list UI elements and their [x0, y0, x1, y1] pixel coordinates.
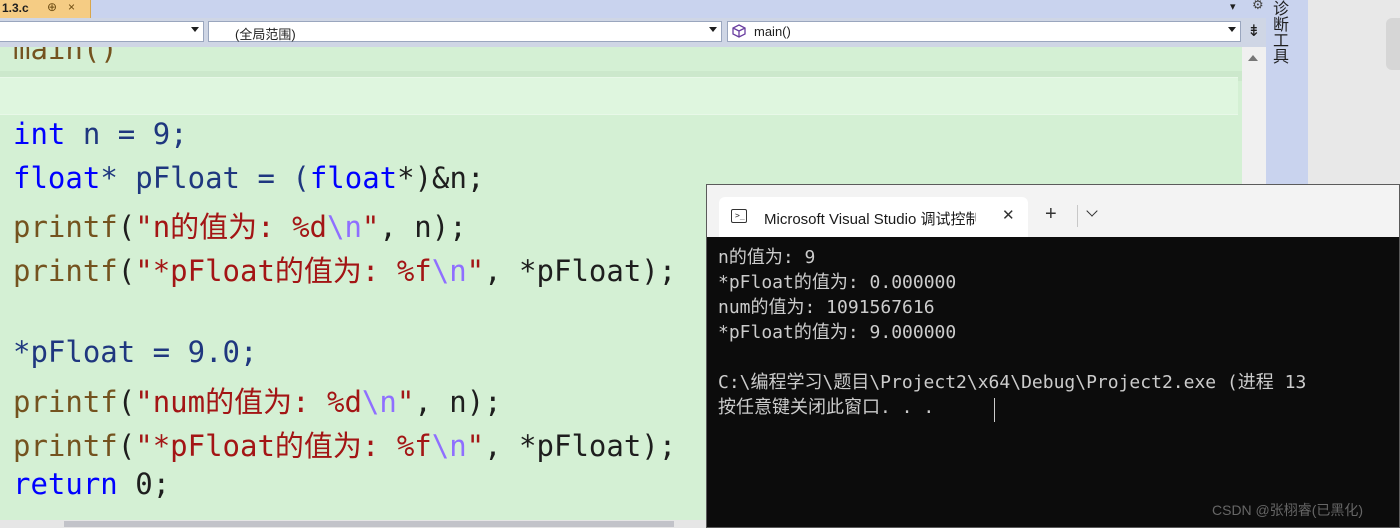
chevron-down-icon[interactable]: [1086, 205, 1098, 217]
terminal-tab-title: Microsoft Visual Studio 调试控制台: [764, 211, 976, 228]
tab-1-3-c[interactable]: 1.3.c ⊕ ×: [0, 0, 91, 18]
code-line: *pFloat = 9.0;: [13, 335, 257, 369]
scroll-up-icon[interactable]: [1248, 55, 1258, 61]
chevron-down-icon: [191, 27, 199, 32]
terminal-output[interactable]: n的值为: 9 *pFloat的值为: 0.000000 num的值为: 10915…: [718, 245, 1306, 420]
code-text: *pFloat = 9.0;: [13, 335, 258, 369]
close-icon[interactable]: ×: [68, 0, 75, 14]
scrollbar-thumb[interactable]: [64, 521, 674, 527]
function-name: printf: [13, 429, 118, 463]
method-cube-icon: [732, 24, 746, 38]
string-literal: "n的值为: %d: [135, 210, 327, 244]
code-line: printf("*pFloat的值为: %f\n", *pFloat);: [13, 248, 676, 290]
scope-dropdown-value: (全局范围): [235, 27, 296, 42]
diagnostic-tools-tab[interactable]: 诊断工具: [1270, 0, 1290, 64]
code-text: * pFloat = (: [100, 161, 310, 195]
keyword: float: [309, 161, 398, 195]
output-line: 按任意键关闭此窗口. . .: [718, 397, 935, 418]
split-window-button[interactable]: ⇟: [1244, 20, 1264, 46]
window-edge: [1386, 18, 1400, 70]
member-dropdown[interactable]: main(): [727, 21, 1241, 42]
text-cursor: [994, 398, 995, 422]
output-line: num的值为: 1091567616: [718, 297, 935, 318]
console-icon: >_: [731, 209, 747, 223]
divider: [1077, 205, 1078, 227]
string-literal: ": [361, 210, 380, 244]
code-text: (: [117, 429, 136, 463]
output-line: *pFloat的值为: 0.000000: [718, 272, 957, 293]
code-text: , n);: [379, 210, 467, 244]
chevron-down-icon: [1228, 27, 1236, 32]
debug-console-window[interactable]: >_ Microsoft Visual Studio 调试控制台 ✕ + n的值…: [706, 184, 1400, 528]
code-text: , n);: [414, 385, 502, 419]
keyword: int: [13, 117, 66, 151]
escape-sequence: \n: [361, 385, 397, 419]
code-line: int n = 9;: [13, 117, 188, 151]
scope-dropdown[interactable]: (全局范围): [208, 21, 722, 42]
code-text: 0;: [117, 467, 171, 501]
watermark: CSDN @张栩睿(已黑化): [1212, 502, 1364, 518]
output-line: n的值为: 9: [718, 247, 816, 268]
string-literal: ": [466, 254, 485, 288]
terminal-tab[interactable]: >_ Microsoft Visual Studio 调试控制台 ✕: [719, 197, 1028, 237]
document-tab-strip: [0, 0, 1268, 18]
keyword: return: [13, 467, 118, 501]
member-dropdown-value: main(): [754, 24, 791, 39]
pin-icon[interactable]: ⊕: [47, 0, 57, 14]
code-text: n = 9;: [65, 117, 188, 151]
tab-label: 1.3.c: [2, 1, 29, 15]
escape-sequence: \n: [431, 429, 467, 463]
code-text: (: [117, 254, 136, 288]
escape-sequence: \n: [327, 210, 362, 244]
keyword: float: [13, 161, 101, 195]
code-text: (: [117, 385, 136, 419]
close-icon[interactable]: ✕: [1002, 206, 1015, 224]
code-line: printf("num的值为: %d\n", n);: [13, 379, 502, 421]
string-literal: ": [396, 385, 415, 419]
string-literal: "*pFloat的值为: %f: [135, 254, 432, 288]
escape-sequence: \n: [431, 254, 467, 288]
function-name: printf: [13, 210, 118, 244]
function-name: printf: [13, 385, 118, 419]
gear-icon[interactable]: ⚙: [1252, 0, 1264, 13]
terminal-titlebar: >_ Microsoft Visual Studio 调试控制台 ✕ +: [707, 185, 1399, 237]
string-literal: ": [466, 429, 485, 463]
code-line: printf("*pFloat的值为: %f\n", *pFloat);: [13, 423, 676, 465]
output-line: C:\编程学习\题目\Project2\x64\Debug\Project2.e…: [718, 372, 1307, 393]
code-line: printf("n的值为: %d\n", n);: [13, 204, 467, 246]
code-text: , *pFloat);: [484, 254, 677, 288]
code-text: *)&n;: [397, 161, 485, 195]
string-literal: "num的值为: %d: [135, 385, 362, 419]
code-text: (: [117, 210, 136, 244]
string-literal: "*pFloat的值为: %f: [135, 429, 432, 463]
code-line: float* pFloat = (float*)&n;: [13, 161, 484, 195]
new-tab-button[interactable]: +: [1045, 204, 1057, 224]
chevron-down-icon: [709, 27, 717, 32]
output-line: *pFloat的值为: 9.000000: [718, 322, 957, 343]
code-line: return 0;: [13, 467, 170, 501]
code-text: , *pFloat);: [484, 429, 677, 463]
code-text: main(): [13, 47, 118, 66]
current-line-highlight: [0, 77, 1238, 115]
code-line: main(): [13, 47, 118, 66]
project-dropdown[interactable]: [0, 21, 204, 42]
function-name: printf: [13, 254, 118, 288]
tab-overflow-icon[interactable]: ▾: [1230, 0, 1236, 13]
